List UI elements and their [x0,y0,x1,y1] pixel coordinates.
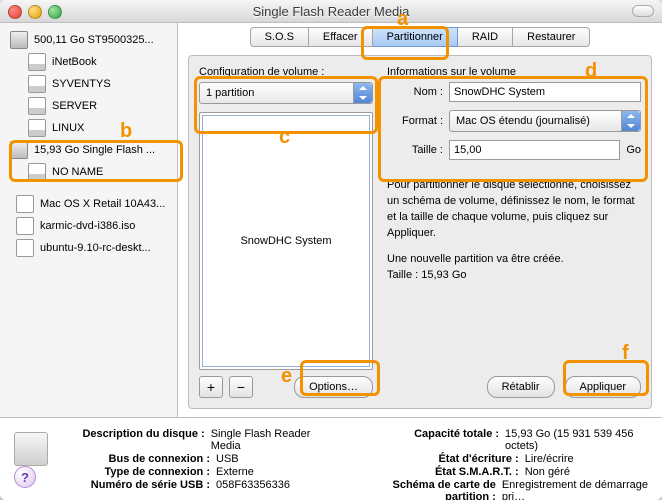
disk-info-value: Lire/écrire [525,453,574,465]
volume-icon [28,53,46,71]
sidebar-volume[interactable]: SYVENTYS [6,73,177,95]
file-icon [16,217,34,235]
volume-icon [28,119,46,137]
close-icon[interactable] [8,5,22,19]
disk-info-label: Capacité totale : [369,428,499,452]
disk-info-row: Bus de connexion : USB [60,453,339,465]
options-button[interactable]: Options… [294,376,373,398]
disk-info-row: Capacité totale :15,93 Go (15 931 539 45… [369,428,648,452]
partition-map[interactable]: SnowDHC System [199,112,373,370]
window-titlebar: Single Flash Reader Media [0,0,662,23]
help-button[interactable]: ? [14,466,36,488]
minimize-icon[interactable] [28,5,42,19]
disk-info-row: Schéma de carte de partition : Enregistre… [369,479,648,500]
disk-info-value: Non géré [525,466,570,478]
sidebar-label: SERVER [52,100,97,112]
sidebar-image-file[interactable]: Mac OS X Retail 10A43... [6,193,177,215]
disk-info-label: État d'écriture : [369,453,519,465]
disk-info-label: Type de connexion : [60,466,210,478]
file-icon [16,195,34,213]
disk-info-value: USB [216,453,239,465]
volume-config-header: Configuration de volume : [199,66,373,78]
disk-info-row: Description du disque :Single Flash Read… [60,428,339,452]
sidebar-volume[interactable]: LINUX [6,117,177,139]
disk-info-value: 058F63356336 [216,479,290,500]
sidebar-label: 15,93 Go Single Flash ... [34,144,155,156]
disk-info-label: Bus de connexion : [60,453,210,465]
partition-status-text: Une nouvelle partition va être créée. [387,253,564,265]
volume-icon [28,97,46,115]
disk-info-value: 15,93 Go (15 931 539 456 octets) [505,428,648,452]
sidebar-label: 500,11 Go ST9500325... [34,34,154,46]
tab-effacer[interactable]: Effacer [309,27,373,47]
disk-info-label: Description du disque : [60,428,205,452]
sidebar-volume[interactable]: SERVER [6,95,177,117]
disk-info-label: Numéro de série USB : [60,479,210,500]
volume-format-value: Mac OS étendu (journalisé) [456,115,590,127]
sidebar-label: LINUX [52,122,84,134]
zoom-icon[interactable] [48,5,62,19]
chevron-updown-icon [353,83,372,103]
hdd-icon [10,31,28,49]
sidebar-image-file[interactable]: ubuntu-9.10-rc-deskt... [6,237,177,259]
sidebar-disk[interactable]: 15,93 Go Single Flash ... [6,139,177,161]
partition-cell[interactable]: SnowDHC System [202,115,370,367]
revert-button[interactable]: Rétablir [487,376,555,398]
disk-info-footer: Description du disque :Single Flash Read… [0,417,662,500]
partition-scheme-value: 1 partition [206,87,254,99]
sidebar-label: SYVENTYS [52,78,111,90]
volume-icon [28,75,46,93]
sidebar-label: iNetBook [52,56,97,68]
partition-scheme-select[interactable]: 1 partition [199,82,373,104]
disk-icon [14,432,48,466]
sidebar-disk[interactable]: 500,11 Go ST9500325... [6,29,177,51]
add-partition-button[interactable]: + [199,376,223,398]
tab-partitionner[interactable]: Partitionner [373,27,458,47]
tab-restaurer[interactable]: Restaurer [513,27,590,47]
device-sidebar: 500,11 Go ST9500325... iNetBook SYVENTYS SE… [0,23,178,417]
tab-raid[interactable]: RAID [458,27,513,47]
format-label: Format : [387,115,443,127]
file-icon [16,239,34,257]
sidebar-volume[interactable]: iNetBook [6,51,177,73]
sidebar-label: Mac OS X Retail 10A43... [40,198,165,210]
disk-info-row: État S.M.A.R.T. : Non géré [369,466,648,478]
disk-info-label: État S.M.A.R.T. : [369,466,519,478]
tab-bar: S.O.SEffacerPartitionnerRAIDRestaurer [188,27,652,47]
hdd-icon [10,141,28,159]
tab-sos[interactable]: S.O.S [250,27,309,47]
disk-info-row: Type de connexion : Externe [60,466,339,478]
volume-format-select[interactable]: Mac OS étendu (journalisé) [449,110,641,132]
sidebar-image-file[interactable]: karmic-dvd-i386.iso [6,215,177,237]
volume-size-field[interactable]: 15,00 [449,140,620,160]
disk-info-label: Schéma de carte de partition : [369,479,496,500]
sidebar-volume[interactable]: NO NAME [6,161,177,183]
volume-info-header: Informations sur le volume [387,66,641,78]
volume-name-field[interactable]: SnowDHC System [449,82,641,102]
sidebar-label: ubuntu-9.10-rc-deskt... [40,242,151,254]
disk-info-value: Externe [216,466,254,478]
name-label: Nom : [387,86,443,98]
remove-partition-button[interactable]: − [229,376,253,398]
toolbar-toggle-button[interactable] [632,5,654,17]
disk-info-value: Single Flash Reader Media [211,428,339,452]
size-label: Taille : [387,144,443,156]
window-title: Single Flash Reader Media [0,4,662,19]
sidebar-label: NO NAME [52,166,103,178]
sidebar-label: karmic-dvd-i386.iso [40,220,135,232]
chevron-updown-icon [621,111,640,131]
partition-help-text: Pour partitionner le disque sélectionné,… [387,178,641,242]
size-unit: Go [626,144,641,156]
disk-info-row: Numéro de série USB : 058F63356336 [60,479,339,500]
partition-status-size: Taille : 15,93 Go [387,269,467,281]
volume-icon [28,163,46,181]
apply-button[interactable]: Appliquer [565,376,641,398]
disk-info-value: Enregistrement de démarrage pri… [502,479,648,500]
disk-info-row: État d'écriture : Lire/écrire [369,453,648,465]
